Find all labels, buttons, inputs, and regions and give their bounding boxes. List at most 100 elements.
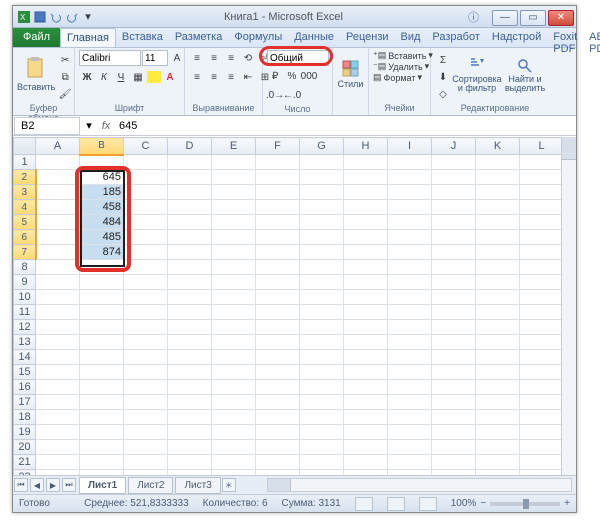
cell-B8[interactable] [80, 260, 124, 275]
help-icon[interactable]: ⓘ [468, 9, 486, 25]
cell-B19[interactable] [80, 425, 124, 440]
cell-G17[interactable] [300, 395, 344, 410]
cell-E16[interactable] [212, 380, 256, 395]
cell-G4[interactable] [300, 200, 344, 215]
cell-B1[interactable] [80, 155, 124, 170]
cell-D7[interactable] [168, 245, 212, 260]
cell-E6[interactable] [212, 230, 256, 245]
col-header-B[interactable]: B [80, 138, 124, 155]
cell-F12[interactable] [256, 320, 300, 335]
cell-I13[interactable] [388, 335, 432, 350]
cell-L18[interactable] [520, 410, 564, 425]
cell-B6[interactable]: 485 [80, 230, 124, 245]
italic-icon[interactable]: К [96, 69, 112, 85]
cell-F13[interactable] [256, 335, 300, 350]
cell-K4[interactable] [476, 200, 520, 215]
cell-I5[interactable] [388, 215, 432, 230]
col-header-H[interactable]: H [344, 138, 388, 155]
row-header-8[interactable]: 8 [14, 260, 36, 275]
cell-J19[interactable] [432, 425, 476, 440]
view-layout-button[interactable] [387, 497, 405, 511]
cell-A18[interactable] [36, 410, 80, 425]
col-header-L[interactable]: L [520, 138, 564, 155]
bold-icon[interactable]: Ж [79, 69, 95, 85]
cell-L19[interactable] [520, 425, 564, 440]
cell-I6[interactable] [388, 230, 432, 245]
tab-foxit[interactable]: Foxit PDF [547, 28, 583, 47]
cell-L21[interactable] [520, 455, 564, 470]
cell-F7[interactable] [256, 245, 300, 260]
cell-E14[interactable] [212, 350, 256, 365]
cell-I7[interactable] [388, 245, 432, 260]
col-header-E[interactable]: E [212, 138, 256, 155]
cell-E18[interactable] [212, 410, 256, 425]
cell-E1[interactable] [212, 155, 256, 170]
sheet-nav-last[interactable]: ⏭ [62, 478, 76, 492]
tab-view[interactable]: Вид [395, 28, 427, 47]
cell-E19[interactable] [212, 425, 256, 440]
align-top-icon[interactable]: ≡ [189, 50, 205, 66]
cell-K20[interactable] [476, 440, 520, 455]
cell-D2[interactable] [168, 170, 212, 185]
cell-G16[interactable] [300, 380, 344, 395]
cell-F4[interactable] [256, 200, 300, 215]
cell-D8[interactable] [168, 260, 212, 275]
cell-F17[interactable] [256, 395, 300, 410]
zoom-slider[interactable] [490, 502, 560, 506]
cell-A14[interactable] [36, 350, 80, 365]
cell-K12[interactable] [476, 320, 520, 335]
align-mid-icon[interactable]: ≡ [206, 50, 222, 66]
save-icon[interactable] [33, 10, 47, 24]
number-format-select[interactable] [267, 50, 329, 66]
cell-D12[interactable] [168, 320, 212, 335]
cell-C12[interactable] [124, 320, 168, 335]
cell-K21[interactable] [476, 455, 520, 470]
cell-H19[interactable] [344, 425, 388, 440]
cell-F5[interactable] [256, 215, 300, 230]
cell-G15[interactable] [300, 365, 344, 380]
minimize-button[interactable]: — [492, 10, 518, 26]
cell-L5[interactable] [520, 215, 564, 230]
tab-home[interactable]: Главная [60, 28, 116, 47]
row-header-19[interactable]: 19 [14, 425, 36, 440]
cell-H20[interactable] [344, 440, 388, 455]
cell-D16[interactable] [168, 380, 212, 395]
cell-B18[interactable] [80, 410, 124, 425]
cell-F8[interactable] [256, 260, 300, 275]
cell-A12[interactable] [36, 320, 80, 335]
col-header-F[interactable]: F [256, 138, 300, 155]
sheet-tab-3[interactable]: Лист3 [175, 477, 220, 494]
sheet-nav-prev[interactable]: ◀ [30, 478, 44, 492]
cell-H16[interactable] [344, 380, 388, 395]
cell-I18[interactable] [388, 410, 432, 425]
cell-C21[interactable] [124, 455, 168, 470]
cell-G8[interactable] [300, 260, 344, 275]
cell-J21[interactable] [432, 455, 476, 470]
tab-abbyy[interactable]: ABBYY PD [583, 28, 600, 47]
select-all-corner[interactable] [14, 138, 36, 155]
cell-H2[interactable] [344, 170, 388, 185]
cell-I10[interactable] [388, 290, 432, 305]
cell-J10[interactable] [432, 290, 476, 305]
cell-K18[interactable] [476, 410, 520, 425]
cell-E9[interactable] [212, 275, 256, 290]
undo-icon[interactable] [49, 10, 63, 24]
new-sheet-button[interactable]: ＊ [222, 478, 236, 492]
col-header-C[interactable]: C [124, 138, 168, 155]
cell-B9[interactable] [80, 275, 124, 290]
tab-data[interactable]: Данные [288, 28, 340, 47]
cell-D17[interactable] [168, 395, 212, 410]
cell-L7[interactable] [520, 245, 564, 260]
cell-K15[interactable] [476, 365, 520, 380]
cell-D20[interactable] [168, 440, 212, 455]
cell-A19[interactable] [36, 425, 80, 440]
cell-H6[interactable] [344, 230, 388, 245]
align-left-icon[interactable]: ≡ [189, 69, 205, 85]
cell-K2[interactable] [476, 170, 520, 185]
cell-G11[interactable] [300, 305, 344, 320]
cell-B21[interactable] [80, 455, 124, 470]
sheet-nav-first[interactable]: ⏮ [14, 478, 28, 492]
cell-C18[interactable] [124, 410, 168, 425]
maximize-button[interactable]: ▭ [520, 10, 546, 26]
cell-D6[interactable] [168, 230, 212, 245]
